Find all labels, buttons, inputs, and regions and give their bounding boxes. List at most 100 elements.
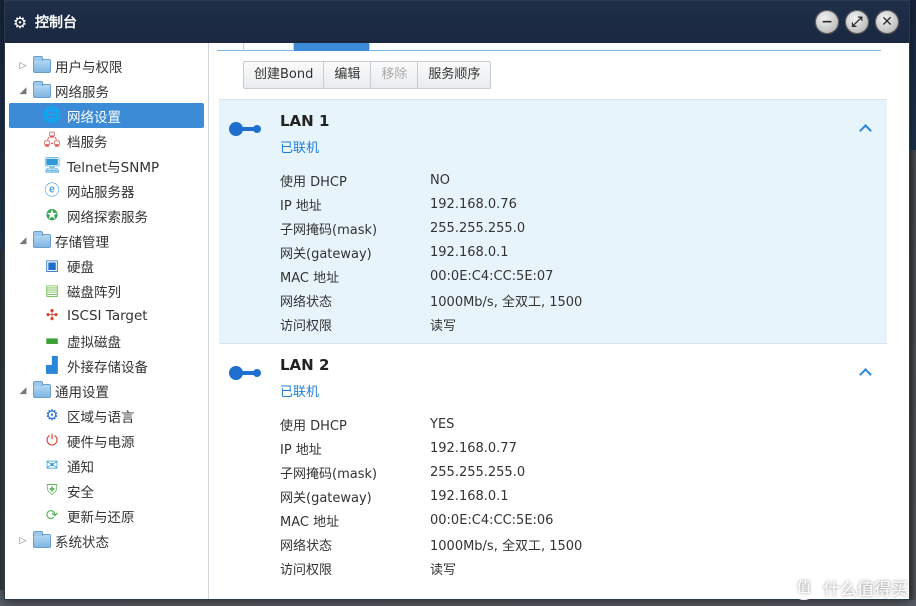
- tree-group-storage[interactable]: ◢ 存储管理: [5, 228, 208, 253]
- detail-key: 使用 DHCP: [280, 174, 347, 190]
- sidebar-item-raid[interactable]: ▤ 磁盘阵列: [5, 278, 208, 303]
- detail-value: 1000Mb/s, 全双工, 1500: [430, 538, 583, 554]
- detail-row: 网络状态 1000Mb/s, 全双工, 1500: [280, 288, 582, 312]
- detail-key: MAC 地址: [280, 270, 340, 286]
- sidebar-item-update-restore[interactable]: ⟳ 更新与还原: [5, 503, 208, 528]
- raid-icon: ▤: [44, 281, 60, 299]
- tree-group-label: 网络服务: [55, 84, 109, 101]
- detail-value: 192.168.0.77: [430, 440, 517, 456]
- detail-value: 读写: [430, 318, 457, 334]
- tab-segment-active[interactable]: [293, 43, 369, 51]
- power-icon: ⏻: [46, 431, 58, 449]
- minimize-button[interactable]: −: [815, 10, 839, 34]
- detail-key: MAC 地址: [280, 514, 340, 530]
- sidebar-item-label: 网络设置: [67, 109, 121, 126]
- create-bond-button[interactable]: 创建Bond: [244, 62, 325, 88]
- edit-button[interactable]: 编辑: [324, 62, 372, 88]
- sidebar-item-iscsi[interactable]: ✣ ISCSI Target: [5, 303, 208, 328]
- tree-group-system-status[interactable]: ▷ 系统状态: [5, 528, 208, 553]
- detail-value: 读写: [430, 562, 457, 578]
- sidebar-item-external-storage[interactable]: ▟ 外接存储设备: [5, 353, 208, 378]
- service-order-button[interactable]: 服务顺序: [418, 62, 490, 88]
- discovery-icon: ✪: [45, 206, 59, 224]
- lan-card[interactable]: LAN 2 已联机 使用 DHCP YES IP 地址 192.168.0.77 子…: [219, 343, 887, 588]
- chevron-up-icon[interactable]: [857, 120, 873, 136]
- main-panel: 创建Bond 编辑 移除 服务顺序 LAN 1 已联机 使用 DHCP NO IP…: [209, 43, 909, 599]
- detail-key: 网络状态: [280, 538, 333, 554]
- remove-button[interactable]: 移除: [371, 62, 419, 88]
- sidebar-item-label: 档服务: [67, 134, 108, 151]
- folder-icon: [33, 55, 51, 73]
- lan-status: 已联机: [280, 141, 320, 156]
- detail-row: 网关(gateway) 192.168.0.1: [280, 484, 582, 508]
- terminal-icon: 🖥: [42, 156, 62, 174]
- detail-value: 00:0E:C4:CC:5E:07: [430, 268, 554, 284]
- detail-row: 访问权限 读写: [280, 312, 582, 336]
- sidebar-item-security[interactable]: ⛨ 安全: [5, 478, 208, 503]
- sidebar-item-label: 虚拟磁盘: [67, 334, 121, 351]
- sidebar-item-label: 硬件与电源: [67, 434, 135, 451]
- collapse-arrow-icon[interactable]: ◢: [17, 236, 29, 246]
- detail-value: 255.255.255.0: [430, 220, 526, 236]
- sidebar-item-disk[interactable]: ▣ 硬盘: [5, 253, 208, 278]
- sidebar-item-hardware-power[interactable]: ⏻ 硬件与电源: [5, 428, 208, 453]
- sidebar-item-network-discovery[interactable]: ✪ 网络探索服务: [5, 203, 208, 228]
- detail-key: 使用 DHCP: [280, 418, 347, 434]
- sidebar-item-label: 更新与还原: [67, 509, 135, 526]
- sidebar-item-label: 通知: [67, 459, 94, 476]
- sidebar-item-web-server[interactable]: ⓔ 网站服务器: [5, 178, 208, 203]
- lan-card[interactable]: LAN 1 已联机 使用 DHCP NO IP 地址 192.168.0.76 子网…: [219, 99, 887, 344]
- sidebar-item-virtual-disk[interactable]: ▬ 虚拟磁盘: [5, 328, 208, 353]
- tab-segment[interactable]: [369, 43, 425, 51]
- chevron-up-icon[interactable]: [857, 364, 873, 380]
- globe-icon: 🌐: [42, 106, 62, 124]
- sidebar-item-network-settings[interactable]: 🌐 网络设置: [9, 103, 204, 128]
- sidebar-item-region-language[interactable]: ⚙ 区域与语言: [5, 403, 208, 428]
- security-icon: ⛨: [46, 481, 58, 499]
- lan-name: LAN 2: [280, 356, 330, 374]
- window-title: 控制台: [35, 15, 77, 31]
- tab-segment[interactable]: [243, 43, 293, 51]
- detail-row: 使用 DHCP YES: [280, 412, 582, 436]
- detail-row: IP 地址 192.168.0.77: [280, 436, 582, 460]
- sidebar-item-label: Telnet与SNMP: [67, 159, 160, 176]
- web-icon: ⓔ: [44, 181, 60, 199]
- sidebar-item-file-service[interactable]: 🖧 档服务: [5, 128, 208, 153]
- expand-arrow-icon[interactable]: ▷: [17, 61, 29, 71]
- update-icon: ⟳: [45, 506, 59, 524]
- folder-icon: [33, 80, 51, 98]
- collapse-arrow-icon[interactable]: ◢: [17, 386, 29, 396]
- detail-row: 网络状态 1000Mb/s, 全双工, 1500: [280, 532, 582, 556]
- sidebar-item-telnet-snmp[interactable]: 🖥 Telnet与SNMP: [5, 153, 208, 178]
- virtual-disk-icon: ▬: [44, 331, 60, 349]
- detail-key: IP 地址: [280, 198, 322, 214]
- control-panel-window: ⚙ 控制台 − ⤢ ✕ ▷ 用户与权限 ◢ 网络服务 🌐 网络设置 🖧 档服务 …: [4, 0, 910, 600]
- external-storage-icon: ▟: [46, 356, 58, 374]
- sidebar-item-label: 磁盘阵列: [67, 284, 121, 301]
- detail-key: 网关(gateway): [280, 246, 372, 262]
- sidebar-item-label: 网络探索服务: [67, 209, 148, 226]
- detail-value: 192.168.0.1: [430, 488, 509, 504]
- detail-row: 访问权限 读写: [280, 556, 582, 580]
- detail-key: 网关(gateway): [280, 490, 372, 506]
- tree-group-general[interactable]: ◢ 通用设置: [5, 378, 208, 403]
- file-service-icon: 🖧: [43, 131, 61, 149]
- tree-group-network[interactable]: ◢ 网络服务: [5, 78, 208, 103]
- lan-name: LAN 1: [280, 112, 330, 130]
- detail-value: 1000Mb/s, 全双工, 1500: [430, 294, 583, 310]
- tree-group-users[interactable]: ▷ 用户与权限: [5, 53, 208, 78]
- title-bar[interactable]: ⚙ 控制台 − ⤢ ✕: [5, 1, 909, 43]
- detail-value: YES: [430, 416, 455, 432]
- sidebar-tree: ▷ 用户与权限 ◢ 网络服务 🌐 网络设置 🖧 档服务 🖥 Telnet与SNM…: [5, 43, 211, 599]
- tree-group-label: 通用设置: [55, 384, 109, 401]
- notification-icon: ✉: [45, 456, 59, 474]
- close-button[interactable]: ✕: [875, 10, 899, 34]
- expand-arrow-icon[interactable]: ▷: [17, 536, 29, 546]
- collapse-arrow-icon[interactable]: ◢: [17, 86, 29, 96]
- maximize-button[interactable]: ⤢: [845, 10, 869, 34]
- detail-value: 255.255.255.0: [430, 464, 526, 480]
- sidebar-item-notification[interactable]: ✉ 通知: [5, 453, 208, 478]
- ethernet-icon: [229, 366, 263, 380]
- lan-details: 使用 DHCP NO IP 地址 192.168.0.76 子网掩码(mask) 25…: [280, 168, 582, 336]
- smzdm-logo-icon: 值: [791, 574, 817, 600]
